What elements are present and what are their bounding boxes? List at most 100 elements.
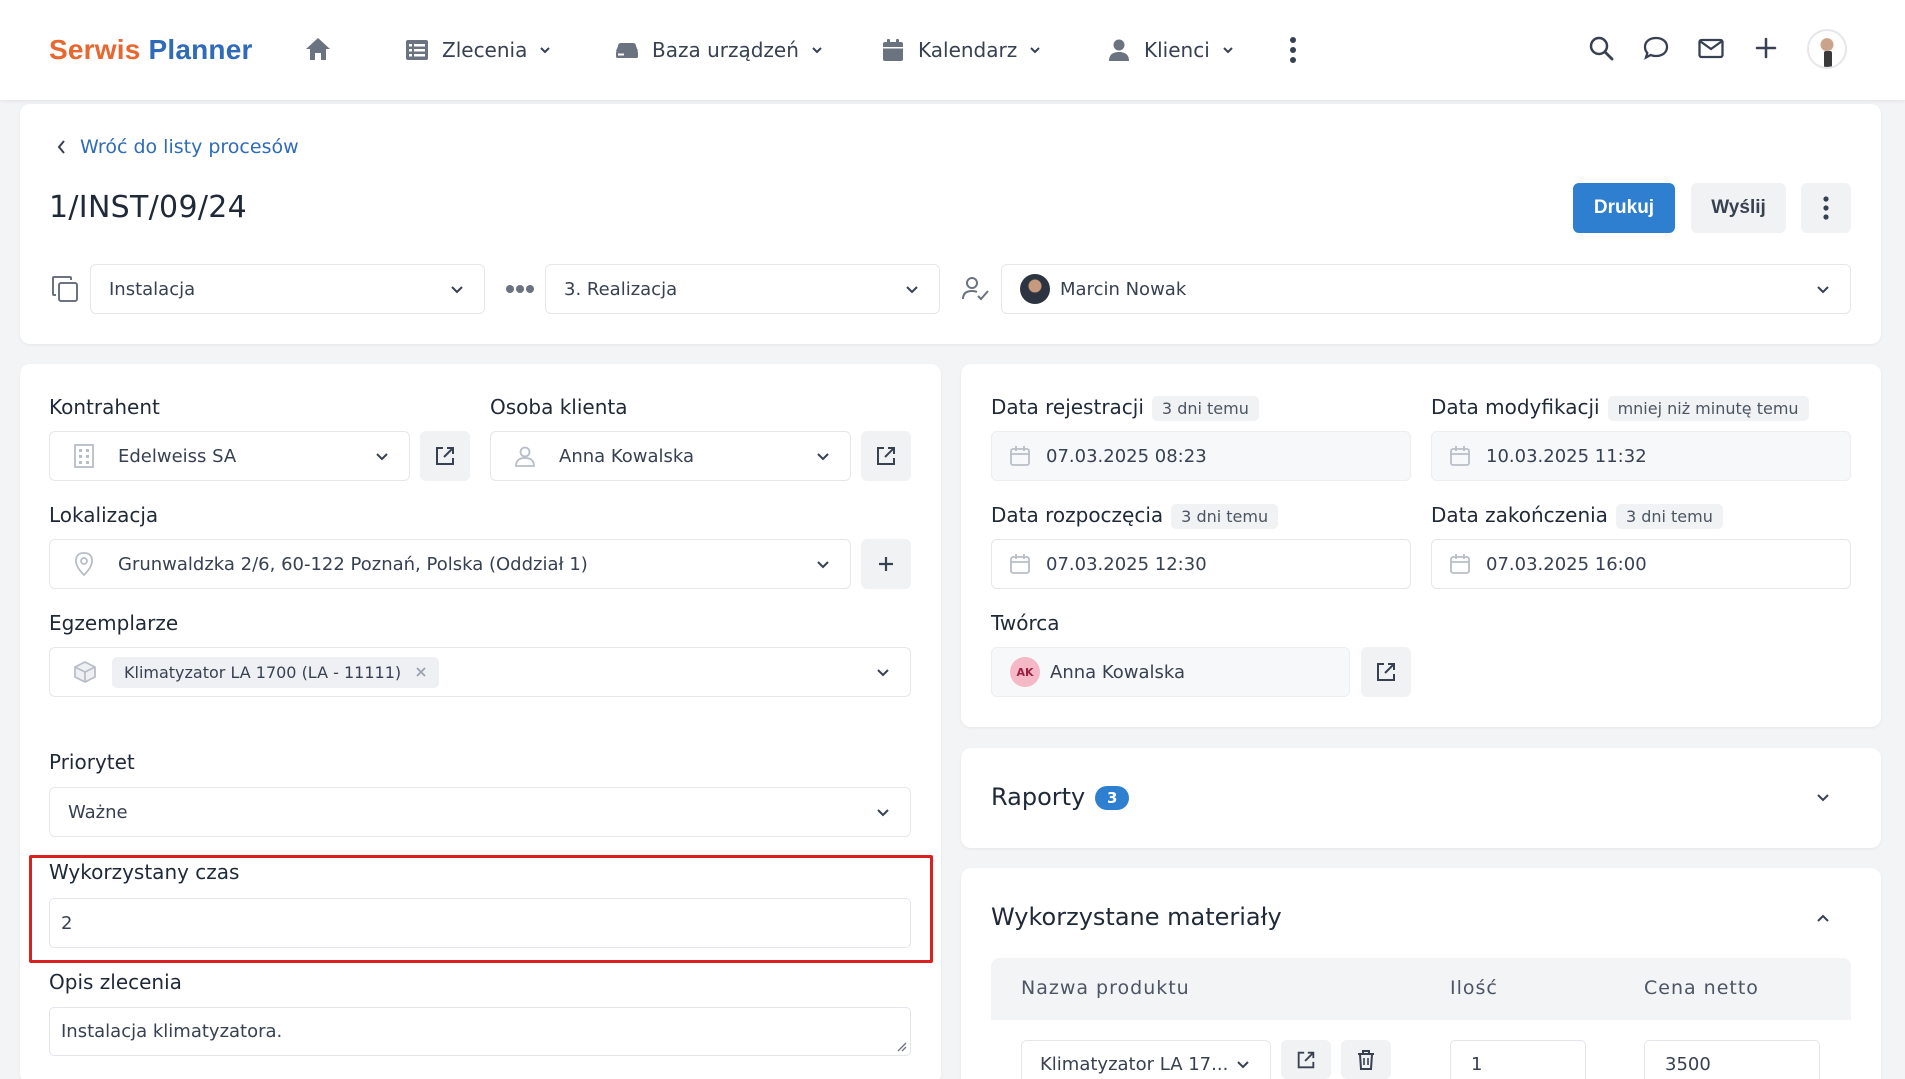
chevron-down-icon[interactable] <box>1815 790 1831 806</box>
column-header-quantity: Ilość <box>1450 977 1498 999</box>
modified-date-field: 10.03.2025 11:32 <box>1431 431 1851 481</box>
reports-header[interactable]: Raporty 3 <box>991 783 1130 811</box>
calendar-icon <box>1010 554 1030 574</box>
process-stage-value: 3. Realizacja <box>564 278 678 300</box>
chevron-left-icon <box>57 140 65 154</box>
registered-badge: 3 dni temu <box>1151 396 1259 421</box>
nav-klienci[interactable]: Klienci <box>1106 32 1234 68</box>
process-stage-select[interactable]: 3. Realizacja <box>545 264 940 314</box>
building-icon <box>74 444 94 468</box>
reports-count-badge: 3 <box>1095 786 1130 810</box>
registered-label-text: Data rejestracji <box>991 395 1144 419</box>
registered-date-value: 07.03.2025 08:23 <box>1046 445 1207 467</box>
creator-avatar: AK <box>1010 657 1040 687</box>
plus-icon[interactable] <box>1752 34 1780 62</box>
delete-material-button[interactable] <box>1341 1040 1391 1079</box>
assignee-avatar <box>1020 274 1050 304</box>
chevron-down-icon <box>1817 286 1829 294</box>
modified-badge: mniej niż minutę temu <box>1607 396 1809 421</box>
print-button[interactable]: Drukuj <box>1573 183 1675 233</box>
client-select[interactable]: Edelweiss SA <box>49 431 410 481</box>
open-material-button[interactable] <box>1281 1040 1331 1079</box>
material-price-input[interactable]: 3500 <box>1644 1040 1820 1079</box>
open-client-button[interactable] <box>420 431 470 481</box>
home-icon[interactable] <box>304 36 332 62</box>
description-textarea[interactable]: Instalacja klimatyzatora. <box>49 1007 911 1056</box>
location-value: Grunwaldzka 2/6, 60-122 Poznań, Polska (… <box>118 553 588 575</box>
description-label: Opis zlecenia <box>49 970 182 994</box>
back-link-label: Wróć do listy procesów <box>80 136 299 158</box>
materials-title[interactable]: Wykorzystane materiały <box>991 903 1282 931</box>
end-date-input[interactable]: 07.03.2025 16:00 <box>1431 539 1851 589</box>
chevron-down-icon <box>540 47 551 54</box>
material-product-value: Klimatyzator LA 17... <box>1040 1053 1229 1075</box>
description-value: Instalacja klimatyzatora. <box>61 1021 283 1042</box>
column-header-product: Nazwa produktu <box>1021 977 1190 999</box>
more-vertical-icon <box>1823 196 1829 220</box>
chevron-down-icon <box>812 47 822 54</box>
copy-icon <box>52 276 78 302</box>
plus-icon <box>879 557 893 571</box>
nav-baza-urzadzen-label: Baza urządzeń <box>652 38 799 62</box>
package-icon <box>74 660 96 684</box>
process-type-select[interactable]: Instalacja <box>90 264 485 314</box>
nav-kalendarz[interactable]: Kalendarz <box>880 32 1041 68</box>
calendar-icon <box>1010 446 1030 466</box>
chevron-down-icon <box>817 453 829 461</box>
contact-select[interactable]: Anna Kowalska <box>490 431 851 481</box>
nav-kalendarz-label: Kalendarz <box>918 38 1018 62</box>
chat-icon[interactable] <box>1642 34 1670 62</box>
send-button[interactable]: Wyślij <box>1691 183 1786 233</box>
open-contact-button[interactable] <box>861 431 911 481</box>
add-location-button[interactable] <box>861 539 911 589</box>
time-used-input[interactable]: 2 <box>49 898 911 948</box>
logo-part-serwis: Serwis <box>49 34 141 65</box>
top-navbar: Serwis Planner Zlecenia Baza urządzeń Ka… <box>0 0 1905 100</box>
close-icon[interactable] <box>415 666 427 678</box>
priority-value: Ważne <box>68 801 128 823</box>
chevron-down-icon <box>451 286 463 294</box>
process-type-value: Instalacja <box>109 278 196 300</box>
assignee-select[interactable]: Marcin Nowak <box>1001 264 1851 314</box>
material-product-select[interactable]: Klimatyzator LA 17... <box>1021 1040 1271 1079</box>
more-vertical-icon[interactable] <box>1288 36 1298 64</box>
search-icon[interactable] <box>1587 34 1615 62</box>
registered-date-field: 07.03.2025 08:23 <box>991 431 1411 481</box>
user-avatar[interactable] <box>1807 29 1847 69</box>
start-badge: 3 dni temu <box>1171 504 1279 529</box>
unit-chip: Klimatyzator LA 1700 (LA - 11111) <box>112 656 440 688</box>
start-label: Data rozpoczęcia 3 dni temu <box>991 503 1279 529</box>
priority-select[interactable]: Ważne <box>49 787 911 837</box>
more-actions-button[interactable] <box>1801 183 1851 233</box>
external-link-icon <box>877 447 895 465</box>
location-pin-icon <box>75 552 93 577</box>
location-label: Lokalizacja <box>49 503 159 527</box>
open-creator-button[interactable] <box>1361 647 1411 697</box>
location-select[interactable]: Grunwaldzka 2/6, 60-122 Poznań, Polska (… <box>49 539 851 589</box>
list-icon <box>406 40 428 60</box>
mail-icon[interactable] <box>1697 34 1725 62</box>
chevron-down-icon <box>1237 1061 1249 1069</box>
time-used-value: 2 <box>61 912 73 934</box>
chevron-down-icon <box>1223 47 1233 54</box>
priority-label: Priorytet <box>49 750 135 774</box>
chevron-down-icon <box>1030 47 1040 54</box>
nav-zlecenia[interactable]: Zlecenia <box>404 32 551 68</box>
reports-title: Raporty <box>991 783 1086 811</box>
chevron-down-icon <box>906 286 918 294</box>
trash-icon <box>1358 1049 1374 1070</box>
chevron-up-icon[interactable] <box>1815 910 1831 926</box>
resize-handle-icon[interactable] <box>897 1042 907 1052</box>
nav-baza-urzadzen[interactable]: Baza urządzeń <box>614 32 823 68</box>
material-quantity-input[interactable]: 1 <box>1450 1040 1586 1079</box>
start-date-input[interactable]: 07.03.2025 12:30 <box>991 539 1411 589</box>
app-logo[interactable]: Serwis Planner <box>49 34 253 66</box>
client-label: Kontrahent <box>49 395 160 419</box>
chevron-down-icon <box>817 561 829 569</box>
units-select[interactable]: Klimatyzator LA 1700 (LA - 11111) <box>49 647 911 697</box>
back-to-list-link[interactable]: Wróć do listy procesów <box>56 136 299 158</box>
start-date-value: 07.03.2025 12:30 <box>1046 553 1207 575</box>
calendar-icon <box>883 39 903 61</box>
registered-label: Data rejestracji 3 dni temu <box>991 395 1259 421</box>
contact-label: Osoba klienta <box>490 395 628 419</box>
